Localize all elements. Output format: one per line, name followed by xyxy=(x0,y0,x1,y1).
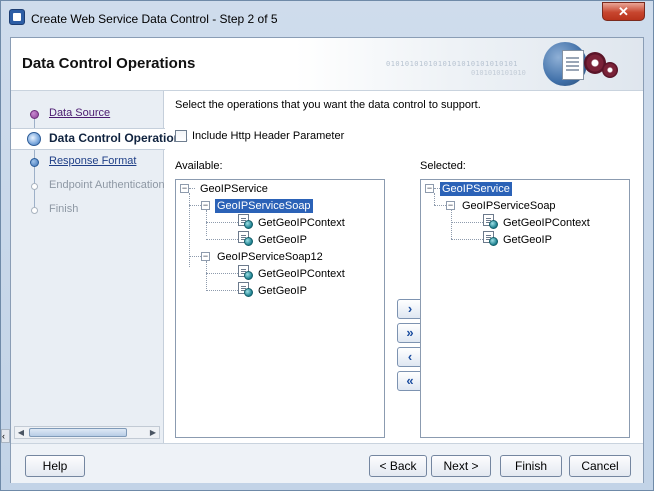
collapse-toggle-icon[interactable]: − xyxy=(201,201,210,210)
scroll-left-icon[interactable]: ◀ xyxy=(15,427,27,438)
background-scroll-arrow: ‹ xyxy=(1,429,10,443)
wizard-steps-panel: Data Source Data Control Operations Resp… xyxy=(11,91,188,443)
operation-icon xyxy=(483,231,498,246)
cancel-button[interactable]: Cancel xyxy=(569,455,631,477)
operation-icon xyxy=(238,282,253,297)
collapse-toggle-icon[interactable]: − xyxy=(446,201,455,210)
step-dot-icon xyxy=(30,158,39,167)
step-dot-icon xyxy=(31,183,38,190)
small-gear-icon xyxy=(602,62,618,78)
available-label: Available: xyxy=(175,160,223,172)
finish-button[interactable]: Finish xyxy=(500,455,562,477)
window-title: Create Web Service Data Control - Step 2… xyxy=(31,12,278,26)
include-http-header-checkbox[interactable] xyxy=(175,130,187,142)
operation-icon xyxy=(238,214,253,229)
help-button[interactable]: Help xyxy=(25,455,85,477)
available-tree[interactable]: − GeoIPService − GeoIPServiceSoap GetGeo… xyxy=(175,179,385,438)
selected-label: Selected: xyxy=(420,160,466,172)
app-icon xyxy=(9,9,25,25)
step-label: Endpoint Authentication xyxy=(49,179,165,191)
operation-icon xyxy=(483,214,498,229)
scroll-thumb[interactable] xyxy=(29,428,127,437)
step-data-source[interactable]: Data Source xyxy=(11,104,164,124)
include-http-header-label: Include Http Header Parameter xyxy=(192,130,345,142)
scroll-right-icon[interactable]: ▶ xyxy=(147,427,159,438)
header-banner: Data Control Operations 0101010101010101… xyxy=(11,38,643,91)
close-button[interactable]: ✕ xyxy=(602,2,645,21)
selected-tree[interactable]: − GeoIPService − GeoIPServiceSoap GetGeo… xyxy=(420,179,630,438)
steps-horizontal-scrollbar[interactable]: ◀ ▶ xyxy=(14,426,160,439)
next-button[interactable]: Next > xyxy=(431,455,491,477)
step-response-format[interactable]: Response Format xyxy=(11,152,164,172)
dialog-body: Data Control Operations 0101010101010101… xyxy=(10,37,644,483)
title-bar[interactable]: Create Web Service Data Control - Step 2… xyxy=(1,1,653,37)
operations-panel: Select the operations that you want the … xyxy=(164,91,643,443)
step-dot-icon xyxy=(30,110,39,119)
page-title: Data Control Operations xyxy=(22,55,196,72)
instruction-text: Select the operations that you want the … xyxy=(175,99,481,111)
dialog-window: Create Web Service Data Control - Step 2… xyxy=(0,0,654,491)
binary-decoration-2: 0101010101010 xyxy=(471,69,526,77)
operation-icon xyxy=(238,265,253,280)
document-icon xyxy=(562,50,584,80)
collapse-toggle-icon[interactable]: − xyxy=(180,184,189,193)
step-label: Data Source xyxy=(49,107,111,119)
step-endpoint-authentication: Endpoint Authentication xyxy=(11,176,165,196)
step-finish: Finish xyxy=(11,200,164,220)
step-dot-icon xyxy=(31,207,38,214)
button-bar: Help < Back Next > Finish Cancel xyxy=(11,443,643,483)
step-data-control-operations[interactable]: Data Control Operations xyxy=(11,128,188,150)
collapse-toggle-icon[interactable]: − xyxy=(201,252,210,261)
current-step-icon xyxy=(27,132,41,146)
binary-decoration: 0101010101010101010101010101 xyxy=(386,60,519,68)
step-label: Finish xyxy=(49,203,79,215)
step-label: Response Format xyxy=(49,155,137,167)
collapse-toggle-icon[interactable]: − xyxy=(425,184,434,193)
operation-icon xyxy=(238,231,253,246)
back-button[interactable]: < Back xyxy=(369,455,427,477)
